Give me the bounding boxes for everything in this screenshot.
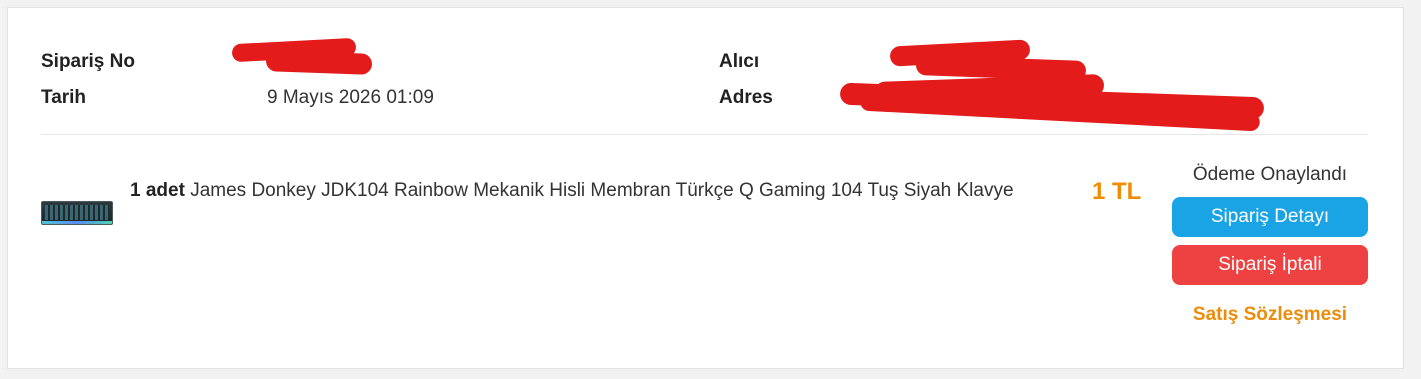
order-cancel-button[interactable]: Sipariş İptali — [1172, 245, 1368, 285]
order-card: Sipariş No Tarih 9 Mayıs 2026 01:09 Alıc… — [7, 7, 1404, 369]
recipient-label: Alıcı — [719, 51, 760, 72]
product-title[interactable]: James Donkey JDK104 Rainbow Mekanik Hisl… — [190, 180, 1013, 201]
order-no-label: Sipariş No — [41, 51, 135, 72]
date-value: 9 Mayıs 2026 01:09 — [267, 87, 434, 108]
product-price: 1 TL — [1092, 178, 1142, 205]
product-line: 1 adet James Donkey JDK104 Rainbow Mekan… — [130, 180, 1014, 202]
payment-status: Ödeme Onaylandı — [1192, 164, 1348, 185]
order-detail-button[interactable]: Sipariş Detayı — [1172, 197, 1368, 237]
address-label: Adres — [719, 87, 773, 108]
product-quantity: 1 adet — [130, 180, 185, 201]
keyboard-icon[interactable] — [41, 201, 113, 225]
date-label: Tarih — [41, 87, 87, 108]
header-divider — [41, 134, 1368, 135]
sales-contract-link[interactable]: Satış Sözleşmesi — [1172, 304, 1368, 326]
